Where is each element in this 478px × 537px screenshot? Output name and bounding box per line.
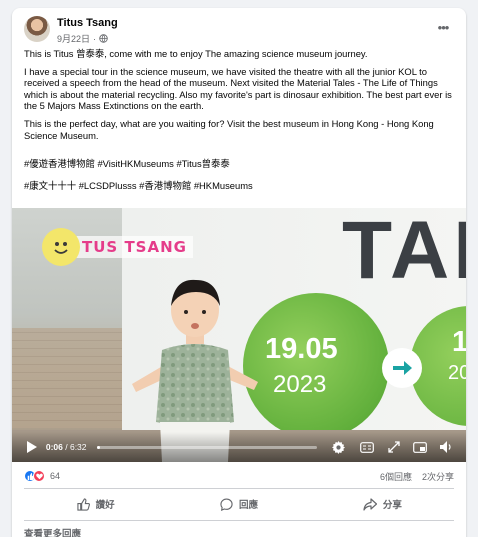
share-button[interactable]: 分享 (311, 490, 454, 518)
post-paragraph: I have a special tour in the science mus… (24, 65, 452, 112)
more-options-button[interactable]: ••• (432, 16, 454, 38)
post-meta: 9月22日 · (57, 32, 108, 45)
engagement-counts: 6個回應 2次分享 (380, 470, 454, 483)
comments-count[interactable]: 6個回應 (380, 470, 412, 483)
video-player[interactable]: TAI 19.05 2023 18 20 TUS TSANG (12, 208, 466, 462)
video-time: 0:06 / 6:32 (46, 442, 87, 452)
post-header: Titus Tsang 9月22日 · ••• (24, 16, 454, 50)
shares-count[interactable]: 2次分享 (422, 470, 454, 483)
captions-button[interactable] (357, 437, 377, 457)
post-paragraph: This is the perfect day, what are you wa… (24, 117, 434, 141)
post-body: This is Titus 曾泰泰, come with me to enjoy… (24, 48, 456, 149)
love-reaction-icon[interactable] (33, 470, 45, 482)
expand-button[interactable] (384, 437, 404, 457)
video-background-brick (12, 328, 127, 428)
volume-icon (439, 441, 451, 453)
reactions-count[interactable]: 64 (50, 471, 60, 481)
progress-fill (96, 445, 100, 449)
settings-button[interactable] (329, 437, 349, 457)
share-label: 分享 (382, 500, 402, 511)
total-time: 6:32 (69, 442, 87, 452)
post-stats: 64 6個回應 2次分享 (24, 466, 454, 486)
progress-bar[interactable] (96, 445, 317, 449)
dot-separator: · (93, 33, 97, 44)
post-actions: 讚好 回應 分享 (24, 490, 454, 518)
hashtag-line[interactable]: #優遊香港博物館 #VisitHKMuseums #Titus曾泰泰 (24, 156, 456, 170)
divider (24, 488, 454, 489)
volume-button[interactable] (436, 437, 456, 457)
arrow-right-icon (393, 361, 412, 375)
share-icon (363, 497, 377, 511)
date-text-2: 18 (452, 326, 466, 358)
watermark-text: TUS TSANG (76, 236, 193, 258)
comment-label: 回應 (238, 500, 258, 511)
wall-lettering: TAI (342, 208, 466, 296)
current-time: 0:06 (45, 442, 63, 452)
channel-watermark: TUS TSANG (42, 224, 193, 270)
like-label: 讚好 (95, 500, 115, 511)
divider (24, 520, 454, 521)
view-more-comments-link[interactable]: 查看更多回應 (24, 526, 81, 537)
date-text: 19.05 (265, 333, 338, 365)
post-card: Titus Tsang 9月22日 · ••• This is Titus 曾泰… (12, 8, 466, 537)
expand-icon (388, 441, 401, 453)
mini-player-icon (413, 441, 428, 453)
captions-icon (359, 441, 374, 453)
post-paragraph: This is Titus 曾泰泰, come with me to enjoy… (24, 48, 368, 59)
year-text: 2023 (273, 371, 327, 398)
mini-player-button[interactable] (410, 437, 430, 457)
more-icon: ••• (437, 19, 450, 35)
like-button[interactable]: 讚好 (24, 490, 167, 518)
hashtag-line[interactable]: #康文十十十 #LCSDPlusss #香港博物館 #HKMuseums (24, 178, 456, 192)
thumbs-up-icon (77, 497, 90, 511)
comment-icon (220, 498, 233, 511)
post-date[interactable]: 9月22日 (57, 32, 90, 45)
video-controls: 0:06 / 6:32 (12, 432, 466, 462)
play-icon (27, 441, 38, 453)
smiley-icon (42, 228, 80, 266)
date-circle: 19.05 2023 (243, 293, 389, 439)
arrow-badge (382, 348, 422, 388)
year-text-2: 20 (448, 362, 466, 384)
comment-button[interactable]: 回應 (167, 490, 310, 518)
play-button[interactable] (22, 437, 42, 457)
globe-icon (99, 34, 108, 43)
author-name[interactable]: Titus Tsang (57, 17, 118, 29)
gear-icon (332, 440, 346, 454)
avatar[interactable] (24, 16, 50, 42)
